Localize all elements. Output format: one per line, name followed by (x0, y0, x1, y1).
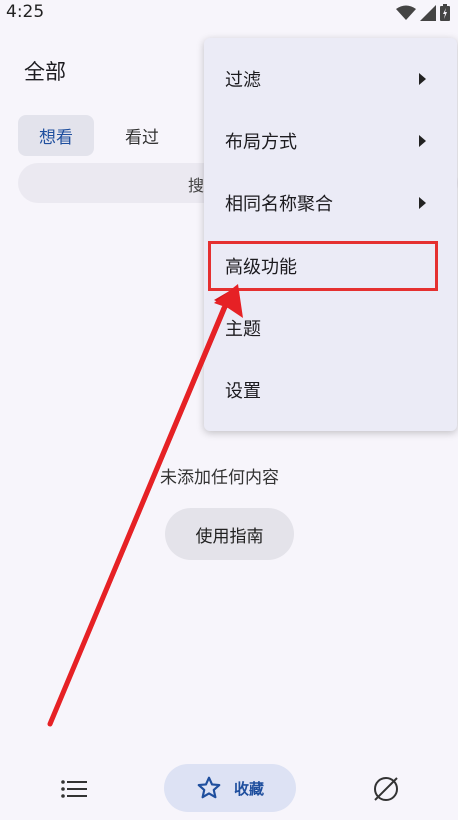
menu-item-settings[interactable]: 设置 (204, 365, 457, 415)
star-icon (197, 776, 221, 799)
tab-want-to-watch[interactable]: 想看 (18, 115, 94, 156)
battery-icon (440, 4, 450, 21)
nav-list-button[interactable] (56, 774, 92, 804)
search-label: 搜 (188, 176, 205, 195)
status-bar: 4:25 (0, 0, 458, 26)
guide-button[interactable]: 使用指南 (165, 508, 294, 560)
nav-favorites-label: 收藏 (233, 779, 264, 798)
list-icon (61, 780, 87, 798)
nav-favorites-button[interactable]: 收藏 (164, 764, 296, 812)
menu-item-label: 相同名称聚合 (225, 194, 333, 215)
nav-explore-button[interactable] (366, 772, 406, 806)
menu-item-theme[interactable]: 主题 (204, 303, 457, 353)
empty-state-message: 未添加任何内容 (160, 468, 279, 488)
dropdown-menu: 过滤 布局方式 相同名称聚合 高级功能 主题 设置 (204, 38, 457, 431)
submenu-arrow-icon (419, 135, 426, 147)
submenu-arrow-icon (419, 197, 426, 209)
annotation-highlight-box (208, 241, 438, 291)
menu-item-group-same-name[interactable]: 相同名称聚合 (204, 178, 457, 228)
menu-item-layout[interactable]: 布局方式 (204, 116, 457, 166)
menu-item-label: 主题 (225, 319, 261, 340)
signal-icon (420, 4, 436, 21)
status-icons (396, 4, 450, 21)
status-time: 4:25 (6, 2, 45, 22)
explore-icon (374, 777, 398, 801)
bottom-navigation: 收藏 (0, 748, 458, 820)
page-title: 全部 (24, 60, 66, 84)
menu-item-label: 布局方式 (225, 132, 297, 153)
submenu-arrow-icon (419, 73, 426, 85)
tab-watched[interactable]: 看过 (106, 115, 178, 156)
menu-item-label: 设置 (225, 381, 261, 402)
wifi-icon (396, 5, 416, 20)
menu-item-label: 过滤 (225, 70, 261, 91)
menu-item-filter[interactable]: 过滤 (204, 54, 457, 104)
